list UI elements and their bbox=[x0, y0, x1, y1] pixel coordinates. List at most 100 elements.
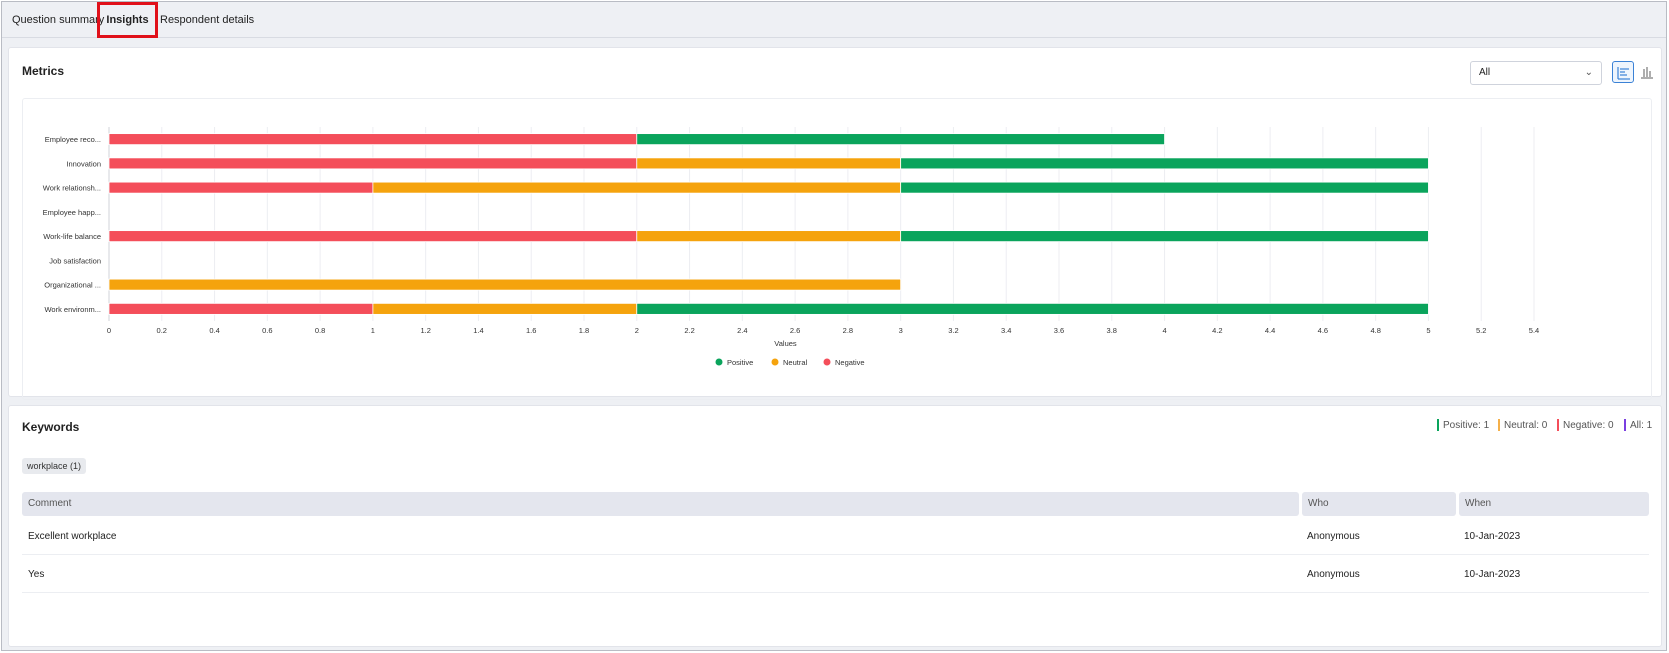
x-tick-label: 1 bbox=[371, 326, 375, 335]
insights-page: Question summary Insights Respondent det… bbox=[1, 1, 1667, 651]
when-cell: 10-Jan-2023 bbox=[1464, 569, 1521, 580]
x-tick-label: 0.6 bbox=[262, 326, 272, 335]
bar-segment-negative bbox=[108, 157, 638, 170]
tab-question-summary[interactable]: Question summary bbox=[12, 2, 104, 38]
vertical-bar-chart-icon bbox=[1641, 67, 1653, 79]
x-tick-label: 3.6 bbox=[1054, 326, 1064, 335]
x-tick-label: 2 bbox=[635, 326, 639, 335]
x-tick-label: 1.2 bbox=[420, 326, 430, 335]
x-tick-label: 0 bbox=[107, 326, 111, 335]
legend-marker bbox=[715, 358, 723, 366]
bar-segment-positive bbox=[900, 181, 1429, 194]
x-tick-label: 3.2 bbox=[948, 326, 958, 335]
x-tick-label: 1.8 bbox=[579, 326, 589, 335]
y-category-label: Employee happ... bbox=[43, 208, 101, 217]
stat-positive-label: Positive: 1 bbox=[1443, 419, 1490, 431]
y-category-label: Organizational ... bbox=[44, 281, 101, 290]
neutral-color-bar bbox=[1498, 419, 1500, 431]
bar-segment-neutral bbox=[372, 302, 638, 315]
x-tick-label: 4.8 bbox=[1370, 326, 1380, 335]
legend-label: Neutral bbox=[783, 358, 808, 367]
when-cell: 10-Jan-2023 bbox=[1464, 531, 1521, 542]
x-tick-label: 0.8 bbox=[315, 326, 325, 335]
metrics-filter-select[interactable]: All ⌄ bbox=[1470, 61, 1602, 85]
bar-segment-neutral bbox=[372, 181, 902, 194]
bar-segment-positive bbox=[636, 133, 1165, 146]
x-tick-label: 2.4 bbox=[737, 326, 747, 335]
stat-neutral: Neutral: 0 bbox=[1498, 419, 1547, 431]
bar-segment-neutral bbox=[636, 230, 902, 243]
comment-cell: Yes bbox=[28, 569, 45, 580]
bar-segment-negative bbox=[108, 230, 638, 243]
who-cell: Anonymous bbox=[1307, 569, 1360, 580]
x-tick-label: 4.4 bbox=[1265, 326, 1275, 335]
keywords-title: Keywords bbox=[22, 420, 80, 434]
y-category-label: Work relationsh... bbox=[43, 184, 101, 193]
horizontal-bar-chart-button[interactable] bbox=[1612, 61, 1634, 83]
x-tick-label: 2.6 bbox=[790, 326, 800, 335]
tab-respondent-details[interactable]: Respondent details bbox=[160, 2, 254, 38]
x-tick-label: 0.4 bbox=[209, 326, 219, 335]
x-tick-label: 5 bbox=[1426, 326, 1430, 335]
bar-segment-negative bbox=[108, 181, 374, 194]
stat-all: All: 1 bbox=[1624, 419, 1652, 431]
metrics-bar-chart: 0 0.2 0.4 0.6 0.8 1 1.2 1.4 1.6 1.8 2 2.2 2.4 2.6 2.8 3… bbox=[43, 127, 1539, 367]
legend-label: Positive bbox=[727, 358, 753, 367]
legend-marker bbox=[823, 358, 831, 366]
bar-segment-positive bbox=[636, 302, 1429, 315]
stat-neutral-label: Neutral: 0 bbox=[1504, 419, 1548, 431]
stat-negative-label: Negative: 0 bbox=[1563, 419, 1614, 431]
stat-positive: Positive: 1 bbox=[1437, 419, 1489, 431]
tab-bar: Question summary Insights Respondent det… bbox=[2, 2, 1666, 38]
x-tick-label: 4.6 bbox=[1318, 326, 1328, 335]
bar-segment-negative bbox=[108, 133, 638, 146]
bar-segment-positive bbox=[900, 230, 1429, 243]
y-category-label: Work environm... bbox=[44, 305, 101, 314]
y-category-label: Employee reco... bbox=[45, 135, 101, 144]
column-header-who: Who bbox=[1302, 492, 1456, 516]
x-tick-label: 1.6 bbox=[526, 326, 536, 335]
legend-marker bbox=[771, 358, 779, 366]
stat-negative: Negative: 0 bbox=[1557, 419, 1614, 431]
x-tick-label: 5.2 bbox=[1476, 326, 1486, 335]
who-cell: Anonymous bbox=[1307, 531, 1360, 542]
stat-all-label: All: 1 bbox=[1630, 419, 1653, 431]
metrics-filter-value: All bbox=[1479, 67, 1491, 78]
all-color-bar bbox=[1624, 419, 1626, 431]
chevron-down-icon: ⌄ bbox=[1584, 67, 1593, 78]
y-category-label: Innovation bbox=[66, 159, 101, 168]
positive-color-bar bbox=[1437, 419, 1439, 431]
tab-insights[interactable]: Insights bbox=[97, 2, 158, 38]
negative-color-bar bbox=[1557, 419, 1559, 431]
keyword-chip[interactable]: workplace (1) bbox=[22, 458, 87, 474]
x-tick-label: 3.8 bbox=[1107, 326, 1117, 335]
x-axis-label: Values bbox=[774, 339, 797, 348]
row-divider bbox=[22, 592, 1649, 593]
x-tick-label: 3 bbox=[899, 326, 903, 335]
x-tick-label: 4 bbox=[1162, 326, 1166, 335]
bar-segment-negative bbox=[108, 302, 374, 315]
bar-segment-positive bbox=[900, 157, 1429, 170]
x-tick-label: 2.8 bbox=[843, 326, 853, 335]
x-tick-label: 0.2 bbox=[157, 326, 167, 335]
metrics-chart: 0 0.2 0.4 0.6 0.8 1 1.2 1.4 1.6 1.8 2 2.2 2.4 2.6 2.8 3… bbox=[22, 98, 1652, 400]
comment-cell: Excellent workplace bbox=[28, 531, 117, 542]
y-category-label: Work-life balance bbox=[43, 232, 101, 241]
y-category-label: Job satisfaction bbox=[49, 256, 101, 265]
x-tick-label: 2.2 bbox=[684, 326, 694, 335]
x-tick-label: 4.2 bbox=[1212, 326, 1222, 335]
metrics-panel: Metrics All ⌄ 0 0.2 0.4 0.6 0.8 1 1.2 1.4 1 bbox=[8, 47, 1662, 400]
x-tick-label: 3.4 bbox=[1001, 326, 1011, 335]
keywords-panel: Keywords Positive: 1 Neutral: 0 Negative… bbox=[8, 405, 1662, 647]
x-tick-label: 1.4 bbox=[473, 326, 483, 335]
metrics-title: Metrics bbox=[22, 64, 65, 78]
horizontal-bar-chart-icon bbox=[1617, 67, 1630, 80]
bar-segment-neutral bbox=[108, 278, 902, 291]
bar-segment-neutral bbox=[636, 157, 902, 170]
x-tick-label: 5.4 bbox=[1529, 326, 1539, 335]
legend-label: Negative bbox=[835, 358, 865, 367]
row-divider bbox=[22, 554, 1649, 555]
vertical-bar-chart-button[interactable] bbox=[1636, 61, 1658, 83]
column-header-when: When bbox=[1459, 492, 1649, 516]
column-header-comment: Comment bbox=[22, 492, 1299, 516]
